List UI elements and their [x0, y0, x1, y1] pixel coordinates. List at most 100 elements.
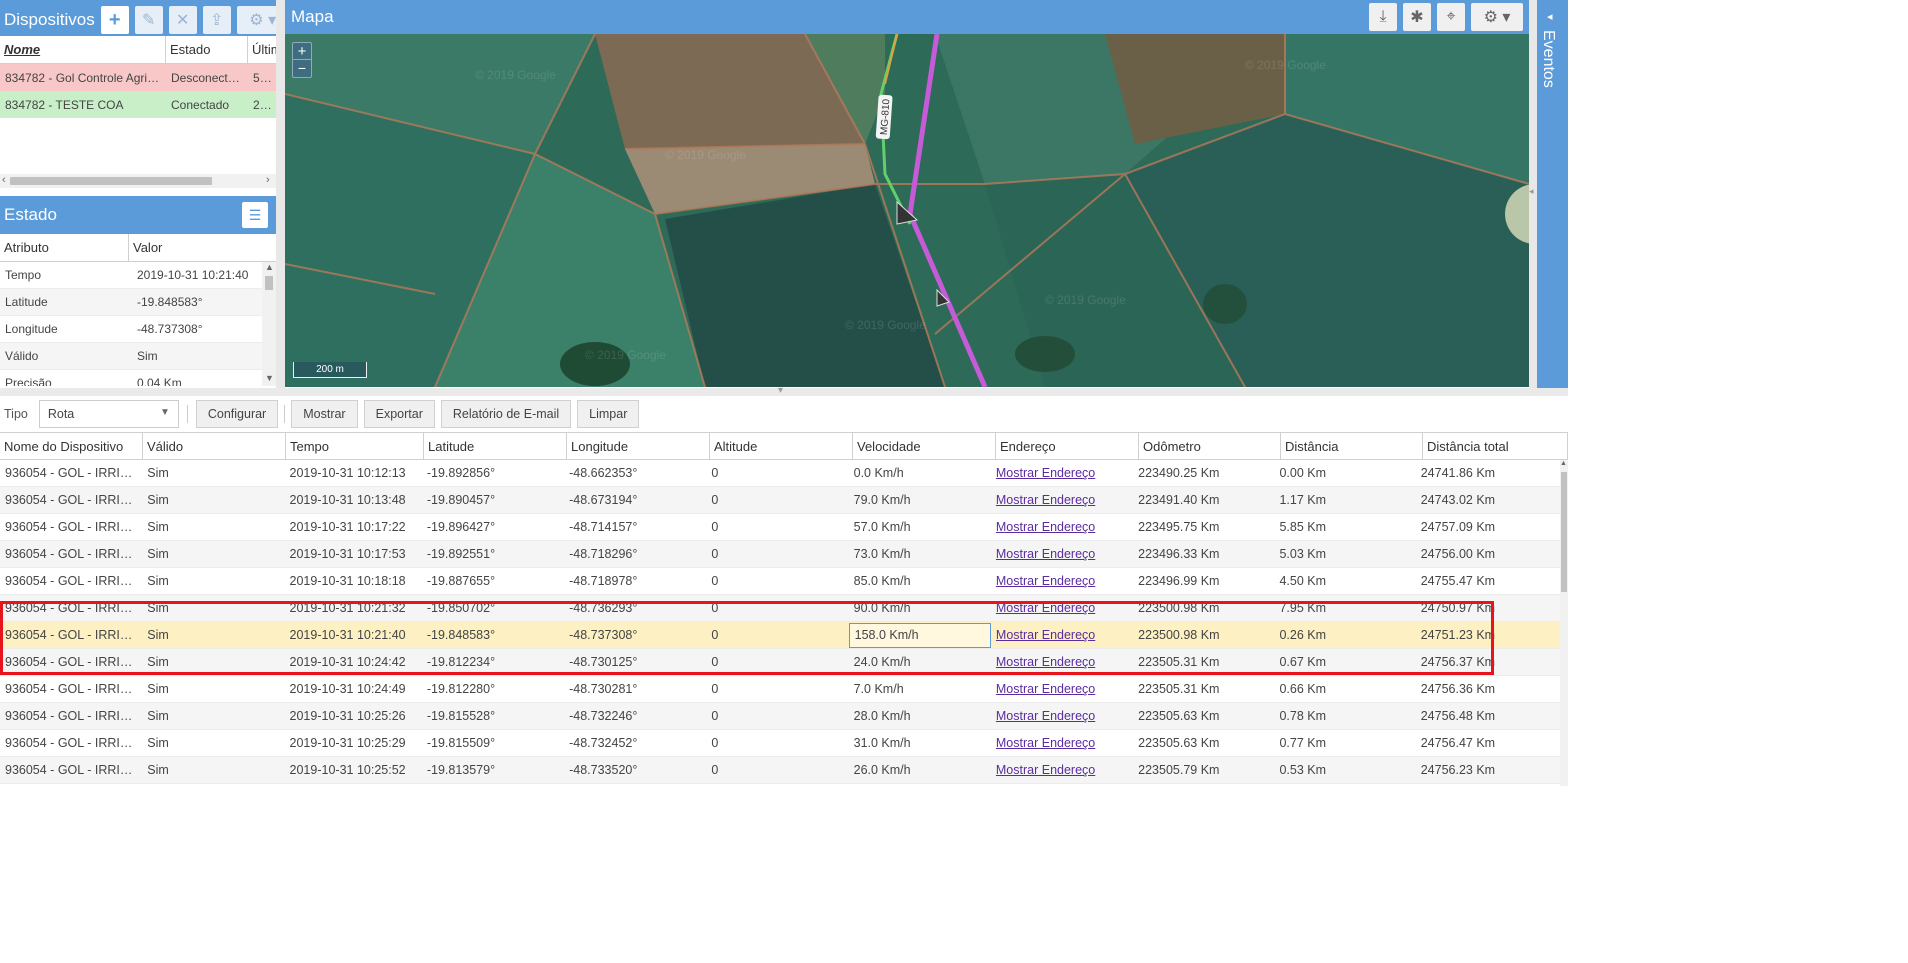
- col-latitude[interactable]: Latitude: [424, 433, 567, 459]
- configure-button[interactable]: Configurar: [195, 400, 279, 428]
- report-row[interactable]: 936054 - GOL - IRRIGAÇ... Sim 2019-10-31 1…: [0, 757, 1560, 784]
- show-address-link[interactable]: Mostrar Endereço: [996, 520, 1095, 534]
- col-device-name[interactable]: Nome do Dispositivo: [0, 433, 143, 459]
- report-row[interactable]: 936054 - GOL - IRRIGAÇ... Sim 2019-10-31 1…: [0, 703, 1560, 730]
- report-row[interactable]: 936054 - GOL - IRRIGAÇ... Sim 2019-10-31 1…: [0, 676, 1560, 703]
- cell-odometer: 223505.63 Km: [1138, 736, 1220, 750]
- vertical-splitter[interactable]: [276, 0, 285, 388]
- report-row[interactable]: 936054 - GOL - IRRIGAÇ... Sim 2019-10-31 1…: [0, 622, 1560, 649]
- cell-device-name: 936054 - GOL - IRRIGAÇ...: [5, 493, 143, 507]
- scroll-right-icon[interactable]: ›: [266, 174, 270, 186]
- col-atributo[interactable]: Atributo: [0, 234, 129, 261]
- send-command-button[interactable]: ⇪: [202, 6, 231, 34]
- cell-total-distance: 24756.36 Km: [1420, 682, 1496, 696]
- events-panel-collapsed[interactable]: ◂ Eventos: [1537, 0, 1568, 388]
- cell-valid: Sim: [147, 763, 169, 777]
- add-device-button[interactable]: +: [100, 6, 129, 34]
- col-estado[interactable]: Estado: [166, 36, 248, 63]
- remove-device-button[interactable]: ✕: [168, 6, 197, 34]
- map-right-splitter[interactable]: ◂: [1529, 0, 1537, 388]
- col-odometer[interactable]: Odômetro: [1139, 433, 1281, 459]
- cell-longitude: -48.673194°: [569, 493, 638, 507]
- collapse-down-icon[interactable]: ▾: [778, 385, 783, 396]
- col-distance[interactable]: Distância: [1281, 433, 1423, 459]
- map-settings-button[interactable]: ⚙ ▾: [1471, 3, 1523, 31]
- report-row[interactable]: 936054 - GOL - IRRIGAÇ... Sim 2019-10-31 1…: [0, 595, 1560, 622]
- scroll-left-icon[interactable]: ‹: [2, 174, 6, 186]
- scroll-up-icon[interactable]: ▲: [265, 262, 274, 272]
- state-value: 0.04 Km: [137, 376, 182, 386]
- satellite-map[interactable]: © 2019 Google © 2019 Google © 2019 Googl…: [285, 34, 1529, 387]
- cell-valid: Sim: [147, 736, 169, 750]
- edit-device-button[interactable]: ✎: [134, 6, 163, 34]
- report-row[interactable]: 936054 - GOL - IRRIGAÇ... Sim 2019-10-31 1…: [0, 460, 1560, 487]
- clear-button[interactable]: Limpar: [577, 400, 640, 428]
- devices-hscroll-thumb[interactable]: [10, 177, 212, 185]
- state-vscroll-thumb[interactable]: [265, 276, 273, 290]
- device-row[interactable]: 834782 - TESTE COA Conectado 2 mi: [0, 91, 276, 118]
- col-altitude[interactable]: Altitude: [710, 433, 853, 459]
- expand-events-icon[interactable]: ◂: [1547, 10, 1553, 23]
- horizontal-splitter[interactable]: ▾: [0, 385, 1568, 396]
- show-address-link[interactable]: Mostrar Endereço: [996, 655, 1095, 669]
- col-speed[interactable]: Velocidade: [853, 433, 996, 459]
- show-address-link[interactable]: Mostrar Endereço: [996, 601, 1095, 615]
- cell-longitude: -48.737308°: [569, 628, 638, 642]
- col-valid[interactable]: Válido: [143, 433, 286, 459]
- cell-latitude: -19.892856°: [426, 466, 496, 480]
- zoom-out-button[interactable]: −: [293, 60, 311, 77]
- col-valor[interactable]: Valor: [129, 234, 276, 261]
- email-report-button[interactable]: Relatório de E-mail: [440, 400, 572, 428]
- show-address-link[interactable]: Mostrar Endereço: [996, 547, 1095, 561]
- report-row[interactable]: 936054 - GOL - IRRIGAÇ... Sim 2019-10-31 1…: [0, 487, 1560, 514]
- col-total-distance[interactable]: Distância total: [1423, 433, 1568, 459]
- col-longitude[interactable]: Longitude: [567, 433, 710, 459]
- state-value: -19.848583°: [137, 295, 203, 309]
- type-select[interactable]: Rota ▼: [38, 400, 179, 428]
- export-button[interactable]: Exportar: [363, 400, 435, 428]
- report-row[interactable]: 936054 - GOL - IRRIGAÇ... Sim 2019-10-31 1…: [0, 568, 1560, 595]
- cell-longitude: -48.730281°: [569, 682, 638, 696]
- device-row[interactable]: 834782 - Gol Controle Agri. D... Desconec…: [0, 64, 276, 91]
- cell-device-name: 936054 - GOL - IRRIGAÇ...: [5, 520, 143, 534]
- report-row[interactable]: 936054 - GOL - IRRIGAÇ... Sim 2019-10-31 1…: [0, 541, 1560, 568]
- map-locate-button[interactable]: ⌖: [1437, 3, 1465, 31]
- col-ultima[interactable]: Últim: [248, 36, 282, 63]
- report-vscroll[interactable]: ▲: [1560, 460, 1568, 786]
- state-row[interactable]: Longitude -48.737308°: [0, 316, 262, 343]
- state-row[interactable]: Válido Sim: [0, 343, 262, 370]
- show-address-link[interactable]: Mostrar Endereço: [996, 763, 1095, 777]
- state-columns-button[interactable]: ☰: [242, 202, 268, 228]
- scroll-up-icon[interactable]: ▲: [1560, 460, 1567, 467]
- show-address-link[interactable]: Mostrar Endereço: [996, 682, 1095, 696]
- show-address-link[interactable]: Mostrar Endereço: [996, 466, 1095, 480]
- show-button[interactable]: Mostrar: [291, 400, 358, 428]
- devices-hscroll[interactable]: ‹ ›: [0, 174, 276, 188]
- map-follow-button[interactable]: ✱: [1403, 3, 1431, 31]
- show-address-link[interactable]: Mostrar Endereço: [996, 736, 1095, 750]
- show-address-link[interactable]: Mostrar Endereço: [996, 709, 1095, 723]
- state-row[interactable]: Precisão 0.04 Km: [0, 370, 262, 386]
- state-vscroll[interactable]: ▲ ▼: [262, 262, 276, 386]
- cell-total-distance: 24751.23 Km: [1420, 628, 1496, 642]
- report-row[interactable]: 936054 - GOL - IRRIGAÇ... Sim 2019-10-31 1…: [0, 649, 1560, 676]
- map-download-button[interactable]: ⤓: [1369, 3, 1397, 31]
- report-row[interactable]: 936054 - GOL - IRRIGAÇ... Sim 2019-10-31 1…: [0, 730, 1560, 757]
- report-vscroll-thumb[interactable]: [1561, 472, 1567, 592]
- show-address-link[interactable]: Mostrar Endereço: [996, 628, 1095, 642]
- download-icon: ⤓: [1379, 8, 1387, 25]
- map-canvas[interactable]: © 2019 Google © 2019 Google © 2019 Googl…: [285, 34, 1529, 387]
- cell-longitude: -48.714157°: [569, 520, 638, 534]
- scroll-down-icon[interactable]: ▼: [265, 373, 274, 383]
- col-time[interactable]: Tempo: [286, 433, 424, 459]
- col-address[interactable]: Endereço: [996, 433, 1139, 459]
- collapse-right-icon[interactable]: ◂: [1529, 186, 1534, 197]
- state-row[interactable]: Tempo 2019-10-31 10:21:40: [0, 262, 262, 289]
- report-row[interactable]: 936054 - GOL - IRRIGAÇ... Sim 2019-10-31 1…: [0, 514, 1560, 541]
- show-address-link[interactable]: Mostrar Endereço: [996, 574, 1095, 588]
- zoom-in-button[interactable]: +: [293, 43, 311, 60]
- state-row[interactable]: Latitude -19.848583°: [0, 289, 262, 316]
- show-address-link[interactable]: Mostrar Endereço: [996, 493, 1095, 507]
- col-nome[interactable]: Nome: [0, 36, 166, 63]
- cell-valid: Sim: [147, 493, 169, 507]
